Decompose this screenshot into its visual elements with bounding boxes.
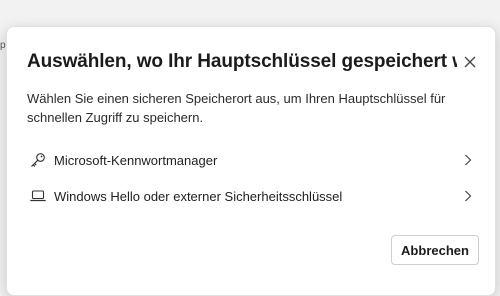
option-label: Windows Hello oder externer Sicherheitss… bbox=[54, 188, 343, 204]
chevron-right-icon bbox=[461, 153, 475, 167]
laptop-icon bbox=[29, 187, 47, 205]
dialog-title: Auswählen, wo Ihr Hauptschlüssel gespeic… bbox=[27, 51, 457, 72]
option-windows-hello[interactable]: Windows Hello oder externer Sicherheitss… bbox=[21, 179, 483, 213]
passkey-location-dialog: Auswählen, wo Ihr Hauptschlüssel gespeic… bbox=[6, 26, 496, 296]
close-button[interactable] bbox=[459, 51, 481, 73]
option-label: Microsoft-Kennwortmanager bbox=[54, 152, 218, 168]
background-text: p bbox=[0, 40, 6, 51]
key-icon bbox=[29, 151, 47, 169]
dialog-description: Wählen Sie einen sicheren Speicherort au… bbox=[27, 91, 446, 125]
cancel-button[interactable]: Abbrechen bbox=[391, 235, 479, 265]
option-password-manager[interactable]: Microsoft-Kennwortmanager bbox=[21, 143, 483, 177]
chevron-right-icon bbox=[461, 189, 475, 203]
close-icon bbox=[464, 56, 476, 68]
